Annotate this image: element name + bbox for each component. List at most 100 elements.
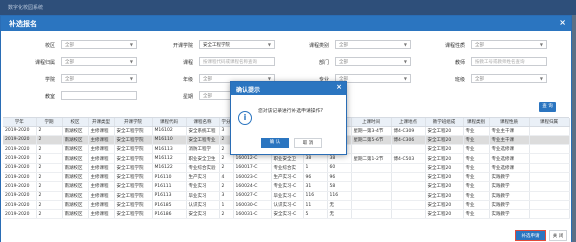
table-cell: 星期一第3-4节 [351,126,392,136]
classroom-input[interactable] [61,91,137,100]
table-row[interactable]: 2019-2020 2 南湖校区 主修课程 安全工程学院 M16112 职业安全卫生 2 160… [3,153,570,164]
column-header[interactable]: 课程归属 [529,118,570,127]
school-select[interactable]: 全部 ▼ [61,74,137,83]
table-cell [391,191,426,201]
column-header[interactable]: 学年 [3,118,37,127]
table-cell: 160012-C [233,153,272,164]
table-cell: 160024-C [233,181,272,192]
apply-supplement-button[interactable]: 补选申请 [515,230,546,241]
column-header[interactable]: 课程性质 [489,118,530,127]
department-select[interactable]: 全部 ▼ [335,57,411,66]
confirm-cancel-button[interactable]: 取 消 [294,138,322,148]
table-cell: 南湖校区 [62,135,89,146]
table-cell: 安全工程学院 [114,200,153,211]
chevron-down-icon: ▼ [539,42,543,47]
table-cell: 2 [219,181,234,192]
table-cell: 2 [36,153,63,164]
table-cell: 5 [303,209,328,220]
table-row[interactable]: 2019-2020 2 南湖校区 主修课程 安全工程学院 P16110 生产实习 4 16002… [3,172,570,183]
course-nature-label: 课程性质 [444,43,465,49]
table-cell: 主修课程 [88,200,115,211]
column-header[interactable]: 上课地点 [391,118,426,127]
table-cell: 31 [303,181,328,192]
chevron-down-icon: ▼ [403,76,407,81]
table-cell: 星期二第5-6节 [351,135,392,146]
table-cell: 认识实习-C [271,200,304,211]
column-header[interactable]: 开课学院 [114,118,153,127]
table-cell [529,144,570,155]
dialog-close-icon[interactable]: × [336,83,342,91]
table-cell: M16113 [152,144,187,155]
table-cell [529,191,570,201]
table-cell: 主修课程 [88,181,115,192]
campus-select[interactable]: 全部 ▼ [61,40,137,49]
column-header[interactable]: 学期 [36,118,63,127]
course-input[interactable]: 按课程代码或课程名称查询 [199,57,275,66]
table-cell: 2019-2020 [3,181,37,192]
table-cell [351,191,392,201]
close-button[interactable]: 关 闭 [549,230,567,241]
class-select[interactable]: 全部 ▼ [471,74,547,83]
table-cell: 实践教学 [489,191,530,201]
table-cell [529,163,570,174]
table-cell: 专业 [463,163,490,174]
column-header[interactable]: 课程类别 [463,118,490,127]
table-cell: 安全实习 [186,209,220,220]
column-header[interactable]: 上课时间 [351,118,392,127]
modal-close-icon[interactable]: × [559,18,566,27]
table-cell: 南湖校区 [62,126,89,136]
table-cell: 2019-2020 [3,200,37,211]
table-row[interactable]: 2019-2020 2 南湖校区 主修课程 安全工程学院 M16122 专业综合实验 2 160… [3,163,570,174]
column-header[interactable]: 课程代码 [152,118,187,127]
confirm-dialog-header: 确认提示 × [231,82,346,95]
table-cell: 116 [303,191,328,201]
course-category-select[interactable]: 全部 ▼ [335,40,411,49]
table-cell: 主修课程 [88,163,115,174]
table-cell: 60 [327,163,352,174]
confirm-ok-button[interactable]: 确 认 [261,138,289,148]
table-cell: 160017-C [233,163,272,174]
open-college-select[interactable]: 安全工程学院 ▼ [199,40,275,49]
week-label: 星期 [182,94,193,100]
table-cell: 安全工程学院 [114,191,153,201]
table-cell: 安全工程20 [425,191,464,201]
table-cell: 2019-2020 [3,144,37,155]
table-cell: 1 [219,200,234,211]
table-cell: 2 [36,181,63,192]
table-cell: 2 [36,135,63,146]
table-row[interactable]: 2019-2020 2 南湖校区 主修课程 安全工程学院 P16111 专业实习 2 16002… [3,181,570,192]
column-header[interactable]: 校区 [62,118,89,127]
table-cell: 96 [327,172,352,183]
column-header[interactable]: 教学班组成 [425,118,464,127]
column-header[interactable]: 开课类型 [88,118,115,127]
table-cell: 160027-C [233,191,272,201]
table-cell: 专业 [463,126,490,136]
table-cell: 专业 [463,200,490,211]
table-cell [391,144,426,155]
course-category-label: 课程类别 [308,43,329,49]
table-cell: 职业安全卫生 [186,153,220,164]
table-cell: 2019-2020 [3,126,37,136]
table-cell: 160030-C [233,200,272,211]
table-row[interactable]: 2019-2020 2 南湖校区 主修课程 安全工程学院 P16185 认识实习 1 16003… [3,200,570,211]
table-cell: 2019-2020 [3,153,37,164]
table-row[interactable]: 2019-2020 2 南湖校区 主修课程 安全工程学院 P16113 毕业实习 3 16002… [3,191,570,201]
teacher-input[interactable]: 按教工号或教师姓名查询 [471,57,547,66]
school-label: 学院 [44,77,55,83]
table-cell: 专业 [463,135,490,146]
chevron-down-icon: ▼ [129,42,133,47]
course-attribution-label: 课程归属 [34,60,55,66]
course-nature-select[interactable]: 全部 ▼ [471,40,547,49]
table-cell: 生产实习 [186,172,220,183]
table-cell: 2 [36,200,63,211]
table-cell: 博4-C309 [391,126,426,136]
table-cell: 专业主干课 [489,135,530,146]
course-attribution-select[interactable]: 全部 ▼ [61,57,137,66]
confirm-dialog-title: 确认提示 [236,87,261,94]
table-cell: 160023-C [233,172,272,183]
table-row[interactable]: 2019-2020 2 南湖校区 主修课程 安全工程学院 P16186 安全实习 2 16003… [3,209,570,220]
column-header[interactable]: 课程名称 [186,118,220,127]
search-button[interactable]: 查 询 [539,102,556,112]
table-cell: 专业 [463,144,490,155]
table-cell: 安全工程学院 [114,163,153,174]
